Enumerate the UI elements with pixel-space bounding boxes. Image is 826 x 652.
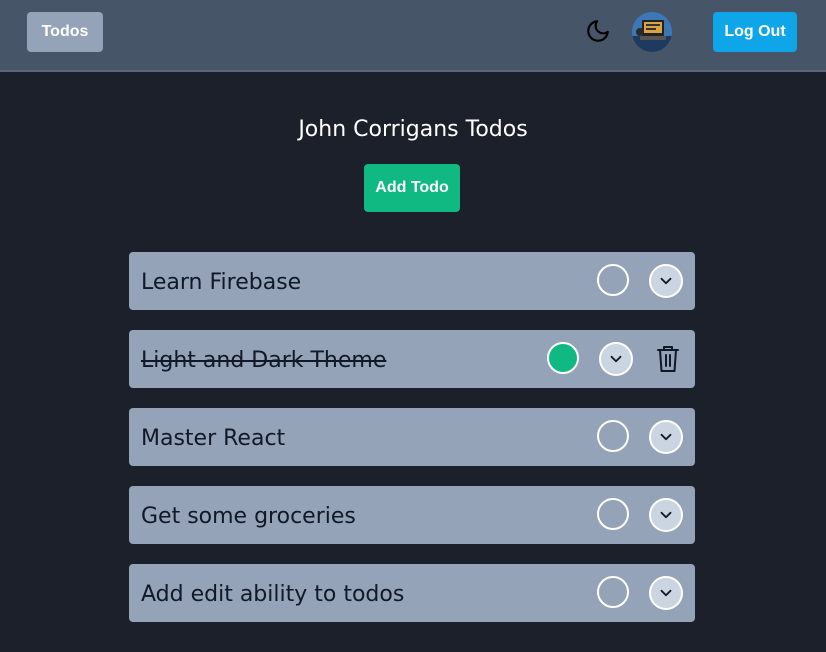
complete-toggle[interactable]	[547, 342, 579, 374]
chevron-down-icon[interactable]	[649, 576, 683, 610]
todo-label: Learn Firebase	[141, 270, 302, 295]
avatar[interactable]	[632, 12, 672, 52]
todo-label: Add edit ability to todos	[141, 582, 405, 607]
todo-label: Master React	[141, 426, 286, 451]
page-title: John Corrigans Todos	[298, 117, 528, 142]
todo-item: Get some groceries	[129, 486, 695, 544]
todo-label: Light and Dark Theme	[141, 348, 387, 373]
chevron-down-icon[interactable]	[649, 420, 683, 454]
moon-icon[interactable]	[583, 16, 613, 46]
chevron-down-icon[interactable]	[649, 498, 683, 532]
navbar: Todos Log Out	[0, 0, 826, 72]
logout-button[interactable]: Log Out	[713, 12, 797, 52]
chevron-down-icon[interactable]	[649, 264, 683, 298]
todo-item: Master React	[129, 408, 695, 466]
chevron-down-icon[interactable]	[599, 342, 633, 376]
complete-toggle[interactable]	[597, 498, 629, 530]
complete-toggle[interactable]	[597, 576, 629, 608]
todo-item: Learn Firebase	[129, 252, 695, 310]
todo-item: Light and Dark Theme	[129, 330, 695, 388]
complete-toggle[interactable]	[597, 420, 629, 452]
todo-label: Get some groceries	[141, 504, 356, 529]
todo-list: Learn Firebase Light and Dark Theme Mast…	[129, 252, 695, 642]
trash-icon[interactable]	[655, 344, 681, 374]
add-todo-button[interactable]: Add Todo	[364, 164, 460, 212]
complete-toggle[interactable]	[597, 264, 629, 296]
todos-nav-button[interactable]: Todos	[27, 12, 103, 52]
todo-item: Add edit ability to todos	[129, 564, 695, 622]
